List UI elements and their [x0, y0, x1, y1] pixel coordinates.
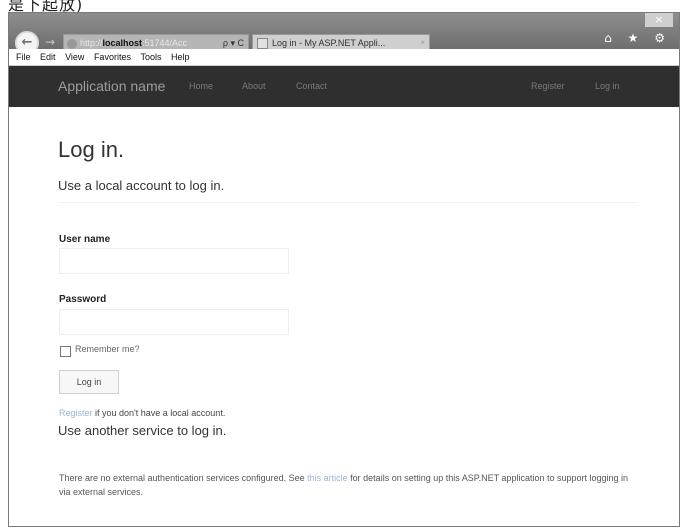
remember-me-checkbox[interactable]: [60, 346, 71, 357]
close-window-button[interactable]: ×: [645, 13, 673, 27]
address-scheme: http://: [80, 38, 103, 48]
address-path: :51744/Acc: [142, 38, 188, 48]
nav-home-link[interactable]: Home: [189, 81, 213, 91]
globe-icon: [67, 38, 77, 49]
page-top-text: 是下起放): [8, 0, 84, 12]
password-input[interactable]: [59, 309, 289, 335]
menu-file[interactable]: File: [16, 49, 31, 65]
page-subtitle: Use a local account to log in.: [58, 178, 225, 193]
menu-edit[interactable]: Edit: [40, 49, 56, 65]
info-prefix: There are no external authentication ser…: [59, 473, 308, 483]
register-link[interactable]: Register: [59, 408, 93, 418]
remember-me-label[interactable]: Remember me?: [75, 344, 140, 354]
menu-favorites[interactable]: Favorites: [94, 49, 131, 65]
tab-title: Log in - My ASP.NET Appli...: [272, 38, 386, 48]
page-title: Log in.: [58, 137, 125, 162]
browser-window: × ← → http://localhost:51744/Acc ρ ▾ C L…: [8, 12, 680, 527]
nav-register-link[interactable]: Register: [531, 81, 565, 91]
username-input[interactable]: [59, 248, 289, 274]
page-content: Log in. Use a local account to log in. U…: [9, 107, 679, 526]
username-label: User name: [59, 234, 111, 245]
browser-titlebar: × ← → http://localhost:51744/Acc ρ ▾ C L…: [9, 13, 679, 55]
nav-login-link[interactable]: Log in: [595, 81, 620, 91]
register-line: Register if you don't have a local accou…: [59, 408, 225, 418]
divider: [58, 202, 638, 203]
nav-contact-link[interactable]: Contact: [296, 81, 327, 91]
register-suffix: if you don't have a local account.: [92, 408, 226, 418]
site-navbar: Application name Home About Contact Regi…: [9, 66, 679, 107]
login-button[interactable]: Log in: [59, 370, 119, 394]
toolbar-icons[interactable]: ⌂ ★ ⚙: [604, 31, 671, 45]
brand-link[interactable]: Application name: [58, 78, 165, 94]
password-label: Password: [59, 294, 107, 305]
external-services-info: There are no external authentication ser…: [59, 471, 639, 499]
page-icon: [257, 38, 268, 50]
forward-button[interactable]: →: [45, 35, 55, 49]
menu-tools[interactable]: Tools: [140, 49, 161, 65]
external-login-title: Use another service to log in.: [58, 423, 227, 438]
menu-bar: File Edit View Favorites Tools Help: [9, 49, 679, 66]
menu-view[interactable]: View: [65, 49, 84, 65]
nav-about-link[interactable]: About: [242, 81, 266, 91]
address-host: localhost: [102, 38, 143, 48]
info-article-link[interactable]: this article: [307, 473, 348, 483]
menu-help[interactable]: Help: [171, 49, 190, 65]
page-top-strip: 是下起放): [0, 0, 684, 12]
